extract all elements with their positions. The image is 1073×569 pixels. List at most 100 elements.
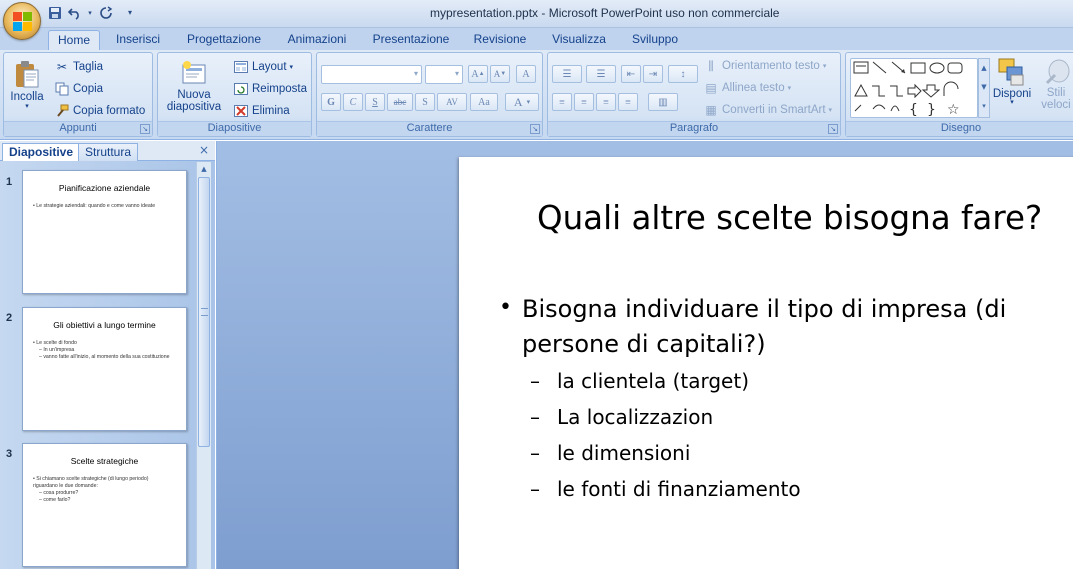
change-case-button[interactable]: Aa	[470, 93, 498, 111]
dash-icon: –	[530, 369, 540, 393]
numbering-button[interactable]: ☰	[586, 65, 616, 83]
layout-icon	[233, 59, 249, 75]
bold-icon: G	[327, 96, 335, 108]
columns-button[interactable]: ▥	[648, 93, 678, 111]
group-paragrafo: ☰ ☰ ⇤ ⇥ ↕ ⫼ Orientamento testo ▾ ▤ Allin…	[547, 52, 841, 137]
group-carattere: ▾ ▾ A ▲ A ▼ A G C S abc S AV Aa A ▾ Caratte…	[316, 52, 543, 137]
arrange-button[interactable]: Disponi ▾	[992, 57, 1032, 106]
slide-canvas[interactable]: Quali altre scelte bisogna fare? • Bisog…	[459, 157, 1073, 569]
bullets-button[interactable]: ☰	[552, 65, 582, 83]
chevron-down-icon: ▾	[822, 63, 827, 70]
clear-format-button[interactable]: A	[516, 65, 536, 83]
align-left-button[interactable]: ≡	[552, 93, 572, 111]
thumbnail-line: – vanno fatte all'inizio, al momento del…	[39, 354, 170, 361]
cut-button[interactable]: ✂ Taglia	[54, 59, 103, 75]
gallery-scroll[interactable]: ▲ ▼ ▾	[978, 58, 990, 118]
powerpoint-window: ▾ ▾ mypresentation.pptx - Microsoft Powe…	[0, 0, 1073, 569]
close-icon[interactable]: ×	[199, 143, 209, 157]
thumbnails-scrollbar[interactable]: ▲	[196, 162, 211, 569]
tab-progettazione[interactable]: Progettazione	[182, 30, 266, 50]
dialog-launcher-icon[interactable]: ↘	[530, 124, 540, 134]
bullets-icon: ☰	[562, 68, 572, 80]
tab-outline[interactable]: Struttura	[78, 143, 139, 161]
delete-slide-button[interactable]: Elimina	[233, 103, 290, 119]
tab-slides[interactable]: Diapositive	[2, 143, 81, 161]
italic-button[interactable]: C	[343, 93, 363, 111]
font-color-button[interactable]: A ▾	[505, 93, 539, 111]
office-button[interactable]	[3, 2, 41, 40]
reset-icon	[233, 81, 249, 97]
tab-visualizza[interactable]: Visualizza	[548, 30, 610, 50]
align-right-button[interactable]: ≡	[596, 93, 616, 111]
font-name-combo[interactable]: ▾	[321, 65, 422, 84]
slide-thumbnail-1[interactable]: Pianificazione aziendale • Le strategie …	[22, 170, 187, 294]
sub-bullet-item[interactable]: – le fonti di finanziamento	[530, 477, 801, 501]
thumbnail-body: • Le strategie aziendali: quando e come …	[33, 203, 172, 210]
sub-bullet-text: La localizzazion	[557, 405, 714, 429]
svg-text:}: }	[927, 102, 936, 117]
grow-font-icon: A	[471, 68, 479, 80]
dialog-launcher-icon[interactable]: ↘	[828, 124, 838, 134]
line-spacing-icon: ↕	[680, 68, 686, 80]
sub-bullet-item[interactable]: – le dimensioni	[530, 441, 690, 465]
copy-button[interactable]: Copia	[54, 81, 103, 97]
tab-inserisci[interactable]: Inserisci	[110, 30, 166, 50]
reset-button[interactable]: Reimposta	[233, 81, 307, 97]
shapes-gallery[interactable]: { } ☆	[850, 58, 978, 118]
strikethrough-button[interactable]: abc	[387, 93, 413, 111]
tab-revisione[interactable]: Revisione	[469, 30, 531, 50]
shadow-button[interactable]: S	[415, 93, 435, 111]
scroll-up-icon[interactable]: ▲	[197, 162, 211, 176]
increase-indent-button[interactable]: ⇥	[643, 65, 663, 83]
slide-thumbnail-2[interactable]: Gli obiettivi a lungo termine • Le scelt…	[22, 307, 187, 431]
format-painter-label: Copia formato	[73, 105, 146, 117]
line-spacing-button[interactable]: ↕	[668, 65, 698, 83]
decrease-indent-button[interactable]: ⇤	[621, 65, 641, 83]
layout-button[interactable]: Layout ▾	[233, 59, 293, 75]
scroll-thumb[interactable]	[198, 177, 210, 447]
bold-button[interactable]: G	[321, 93, 341, 111]
dash-icon: –	[530, 477, 540, 501]
sub-bullet-item[interactable]: – La localizzazion	[530, 405, 713, 429]
grow-font-button[interactable]: A ▲	[468, 65, 488, 83]
arrange-icon	[998, 58, 1024, 86]
sub-bullet-text: le fonti di finanziamento	[557, 477, 801, 501]
format-painter-button[interactable]: Copia formato	[54, 103, 145, 119]
chevron-down-icon: ▾	[454, 69, 459, 78]
slide-editor: Quali altre scelte bisogna fare? • Bisog…	[216, 141, 1073, 569]
thumbnail-line: – come farlo?	[39, 497, 71, 504]
align-center-button[interactable]: ≡	[574, 93, 594, 111]
align-center-icon: ≡	[581, 96, 587, 108]
tab-home[interactable]: Home	[48, 30, 100, 50]
new-slide-button[interactable]: Nuova diapositiva	[162, 59, 226, 113]
bullet-text: persone di capitali?)	[522, 330, 766, 358]
align-text-button[interactable]: ▤ Allinea testo ▾	[703, 80, 791, 96]
tab-presentazione[interactable]: Presentazione	[369, 30, 453, 50]
text-direction-button[interactable]: ⫼ Orientamento testo ▾	[703, 58, 826, 74]
justify-button[interactable]: ≡	[618, 93, 638, 111]
slide-title[interactable]: Quali altre scelte bisogna fare?	[537, 199, 1042, 237]
sub-bullet-item[interactable]: – la clientela (target)	[530, 369, 749, 393]
chevron-down-icon: ▾	[25, 103, 29, 110]
window-title: mypresentation.pptx - Microsoft PowerPoi…	[430, 6, 780, 20]
dialog-launcher-icon[interactable]: ↘	[140, 124, 150, 134]
underline-button[interactable]: S	[365, 93, 385, 111]
smartart-button[interactable]: ▦ Converti in SmartArt ▾	[703, 102, 832, 118]
italic-icon: C	[349, 96, 357, 108]
text-direction-label: Orientamento testo	[722, 60, 820, 72]
tab-animazioni[interactable]: Animazioni	[282, 30, 352, 50]
decrease-indent-icon: ⇤	[626, 68, 636, 80]
office-logo-icon	[13, 12, 32, 31]
tab-sviluppo[interactable]: Sviluppo	[626, 30, 684, 50]
slide-number: 2	[6, 312, 13, 324]
quick-styles-button[interactable]: Stili veloci	[1036, 57, 1073, 111]
slide-thumbnail-3[interactable]: Scelte strategiche • Si chiamano scelte …	[22, 443, 187, 567]
char-spacing-button[interactable]: AV	[437, 93, 467, 111]
chevron-down-icon: ▾	[413, 69, 418, 78]
sub-bullet-text: le dimensioni	[557, 441, 691, 465]
shrink-font-button[interactable]: A ▼	[490, 65, 510, 83]
grip-icon	[201, 308, 208, 316]
font-size-combo[interactable]: ▾	[425, 65, 463, 84]
dash-icon: –	[530, 441, 540, 465]
paste-button[interactable]: Incolla ▾	[8, 59, 46, 110]
